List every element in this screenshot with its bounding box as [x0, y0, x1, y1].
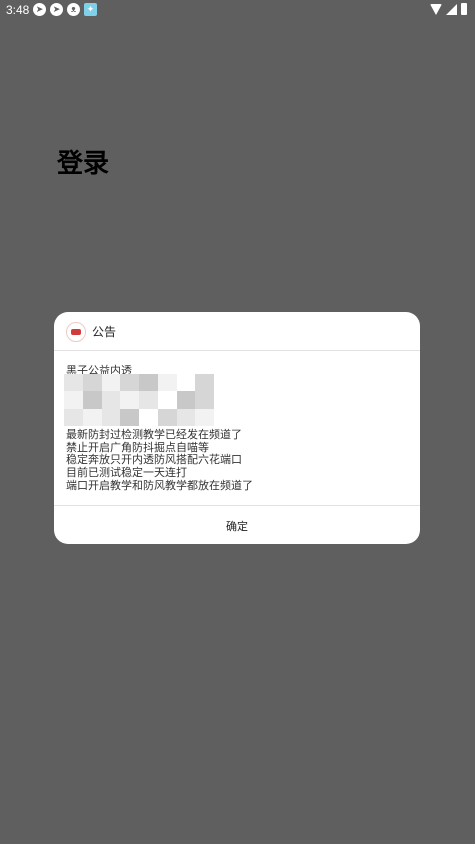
telegram-icon: ➤ — [50, 3, 63, 16]
message-line: 端口开启教学和防风教学都放在频道了 — [66, 478, 253, 492]
pixelated-redaction — [64, 374, 214, 426]
dialog-title: 公告 — [92, 325, 117, 339]
signal-icon — [446, 3, 457, 15]
dialog-header: 公告 — [54, 312, 420, 351]
system-icons — [430, 3, 467, 15]
notification-icons: ➤ ➤ ᴥ ✦ — [33, 3, 97, 16]
wifi-icon — [430, 3, 442, 15]
dialog-footer: 确定 — [54, 505, 420, 544]
status-bar: 3:48 ➤ ➤ ᴥ ✦ — [0, 0, 475, 19]
announcement-dialog: 公告 黑子公益内透 最新防封过检测教学已经发在频道了 禁止开启广角防抖掘点自喵等… — [54, 312, 420, 544]
battery-icon — [461, 3, 467, 15]
cat-icon: ᴥ — [67, 3, 80, 16]
message-line: 最新防封过检测教学已经发在频道了 — [66, 427, 242, 441]
app-icon: ✦ — [84, 3, 97, 16]
app-logo-icon — [66, 322, 86, 342]
telegram-icon: ➤ — [33, 3, 46, 16]
confirm-button[interactable]: 确定 — [54, 506, 420, 544]
page-title: 登录 — [57, 149, 110, 179]
status-time: 3:48 — [6, 3, 30, 17]
